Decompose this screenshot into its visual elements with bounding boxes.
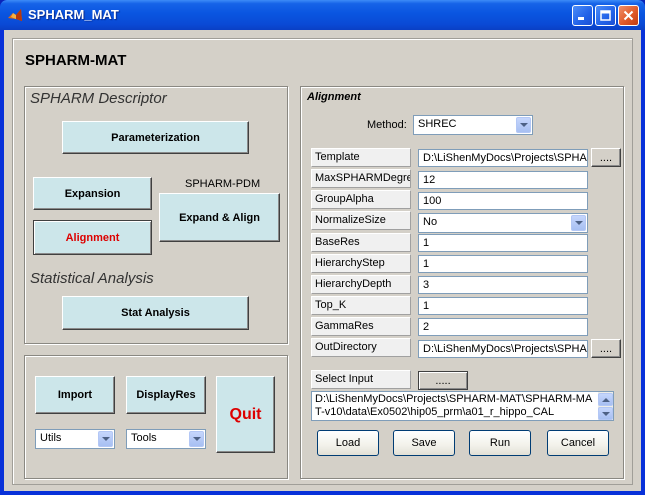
param-label-baseres: BaseRes (311, 233, 411, 252)
close-button[interactable] (618, 5, 639, 26)
chevron-down-icon (98, 431, 113, 447)
descriptor-panel-title: SPHARM Descriptor (30, 90, 167, 107)
expand-align-button[interactable]: Expand & Align (159, 193, 280, 242)
alignment-panel: Alignment Method: SHREC Template D:\LiSh… (300, 86, 624, 479)
minimize-icon (578, 17, 584, 20)
chevron-down-icon (189, 431, 204, 447)
alignment-panel-title: Alignment (307, 91, 361, 103)
input-list-box[interactable]: D:\LiShenMyDocs\Projects\SPHARM-MAT\SPHA… (311, 391, 614, 421)
scroll-up-button[interactable] (598, 393, 613, 406)
app-window: SPHARM_MAT SPHARM-MAT SPHARM Descriptor … (0, 0, 645, 495)
scroll-down-button[interactable] (598, 407, 613, 420)
param-label-template: Template (311, 148, 411, 167)
chevron-down-icon (516, 117, 531, 133)
normalizesize-dropdown[interactable]: No (418, 213, 588, 233)
utils-dropdown[interactable]: Utils (35, 429, 115, 449)
param-label-maxspharmdegree: MaxSPHARMDegree (311, 169, 411, 188)
select-input-button[interactable]: ..... (418, 371, 468, 390)
stat-analysis-button[interactable]: Stat Analysis (62, 296, 249, 330)
load-button[interactable]: Load (317, 430, 379, 456)
quit-button[interactable]: Quit (216, 376, 275, 453)
hierarchydepth-field[interactable]: 3 (418, 276, 588, 294)
chevron-up-icon (601, 397, 610, 402)
chevron-down-icon (571, 215, 586, 231)
maximize-icon (600, 10, 611, 21)
input-list-scrollbar[interactable] (598, 392, 613, 420)
baseres-field[interactable]: 1 (418, 234, 588, 252)
hierarchystep-field[interactable]: 1 (418, 255, 588, 273)
import-button[interactable]: Import (35, 376, 115, 414)
window-title: SPHARM_MAT (28, 7, 119, 22)
param-label-top-k: Top_K (311, 296, 411, 315)
run-button[interactable]: Run (469, 430, 531, 456)
method-dropdown[interactable]: SHREC (413, 115, 533, 135)
outdirectory-field[interactable]: D:\LiShenMyDocs\Projects\SPHARM (418, 340, 588, 358)
param-label-hierarchydepth: HierarchyDepth (311, 275, 411, 294)
param-label-hierarchystep: HierarchyStep (311, 254, 411, 273)
param-label-normalizesize: NormalizeSize (311, 211, 411, 230)
spharm-pdm-label: SPHARM-PDM (185, 178, 261, 190)
method-dropdown-value: SHREC (418, 118, 457, 130)
title-bar[interactable]: SPHARM_MAT (0, 0, 645, 30)
normalizesize-value: No (423, 216, 438, 228)
groupalpha-field[interactable]: 100 (418, 192, 588, 210)
displayres-button[interactable]: DisplayRes (126, 376, 206, 414)
maximize-button[interactable] (595, 5, 616, 26)
save-button[interactable]: Save (393, 430, 455, 456)
alignment-button[interactable]: Alignment (33, 220, 152, 255)
descriptor-panel: SPHARM Descriptor Parameterization Expan… (24, 86, 288, 344)
param-label-groupalpha: GroupAlpha (311, 190, 411, 209)
template-field[interactable]: D:\LiShenMyDocs\Projects\SPHARM (418, 149, 588, 167)
parameterization-button[interactable]: Parameterization (62, 121, 249, 154)
close-icon (623, 10, 634, 21)
param-label-gammares: GammaRes (311, 317, 411, 336)
tools-dropdown[interactable]: Tools (126, 429, 206, 449)
tools-dropdown-value: Tools (131, 432, 157, 444)
template-browse-button[interactable]: .... (591, 148, 621, 167)
select-input-label: Select Input (311, 370, 411, 389)
input-list-text: D:\LiShenMyDocs\Projects\SPHARM-MAT\SPHA… (315, 393, 593, 418)
figure-panel: SPHARM-MAT SPHARM Descriptor Parameteriz… (12, 38, 633, 485)
page-title: SPHARM-MAT (25, 52, 127, 69)
param-label-outdirectory: OutDirectory (311, 338, 411, 357)
minimize-button[interactable] (572, 5, 593, 26)
window-client-area: SPHARM-MAT SPHARM Descriptor Parameteriz… (4, 30, 641, 491)
gammares-field[interactable]: 2 (418, 318, 588, 336)
statistical-analysis-title: Statistical Analysis (30, 270, 154, 287)
chevron-down-icon (601, 411, 610, 416)
expansion-button[interactable]: Expansion (33, 177, 152, 210)
utils-dropdown-value: Utils (40, 432, 62, 444)
utilities-panel: Import DisplayRes Quit Utils Tools (24, 355, 288, 479)
top-k-field[interactable]: 1 (418, 297, 588, 315)
outdirectory-browse-button[interactable]: .... (591, 339, 621, 358)
matlab-logo-icon (8, 9, 22, 21)
cancel-button[interactable]: Cancel (547, 430, 609, 456)
method-label: Method: (367, 119, 407, 131)
maxspharmdegree-field[interactable]: 12 (418, 171, 588, 189)
